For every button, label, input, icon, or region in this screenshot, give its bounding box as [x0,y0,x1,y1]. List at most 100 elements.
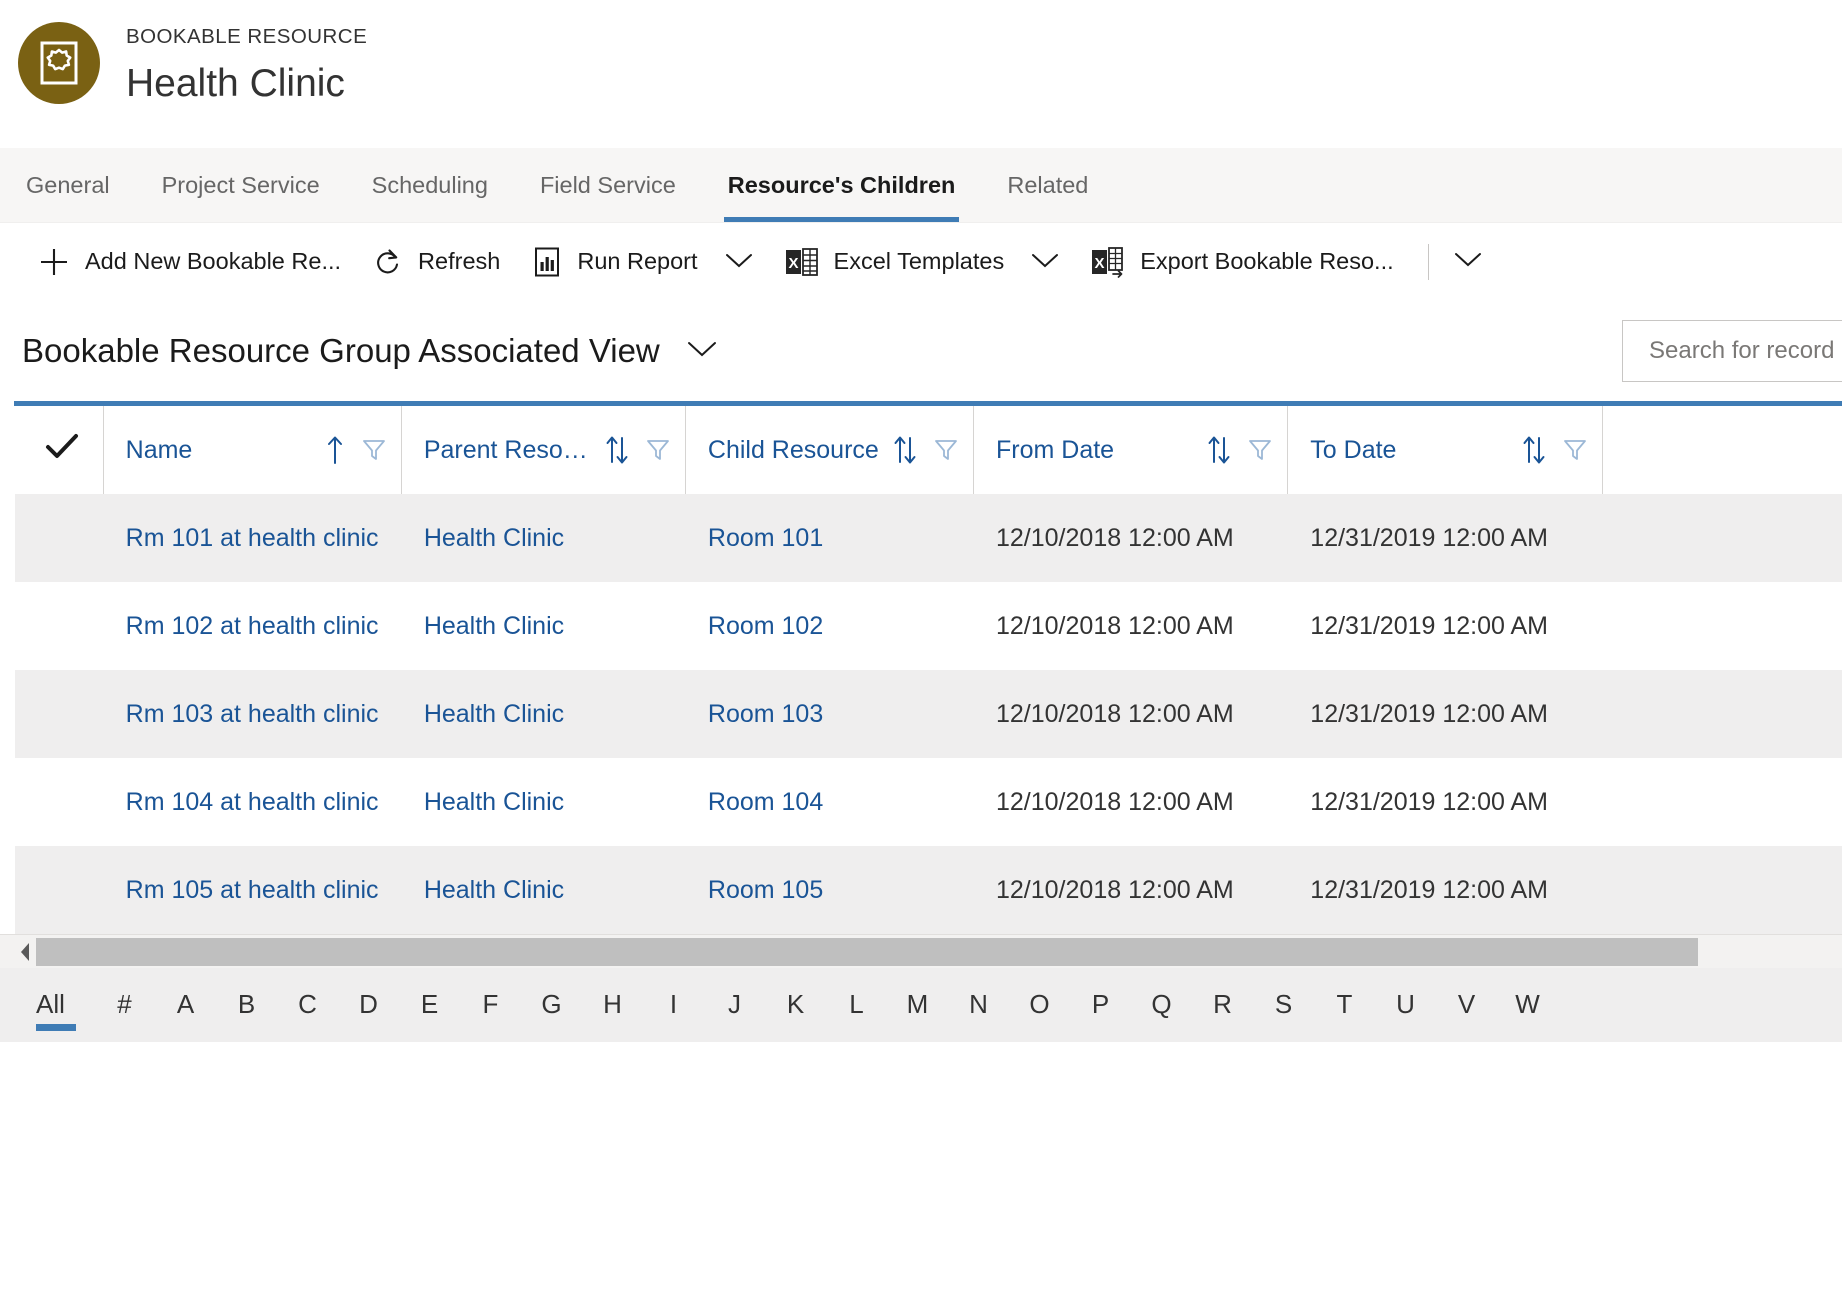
record-link[interactable]: Rm 101 at health clinic [126,524,379,552]
add-new-bookable-resource-button[interactable]: Add New Bookable Re... [22,223,357,301]
column-header-name[interactable]: Name [102,406,402,494]
column-header-child-resource[interactable]: Child Resource [684,406,974,494]
alpha-item-w[interactable]: W [1497,991,1558,1019]
row-select-cell[interactable] [15,670,104,758]
tab-field-service[interactable]: Field Service [514,148,702,222]
cell-parent-resource[interactable]: Health Clinic [401,846,685,934]
record-link[interactable]: Health Clinic [424,612,564,640]
checkmark-icon[interactable] [45,433,79,467]
alpha-item-g[interactable]: G [521,991,582,1019]
record-link[interactable]: Room 104 [708,788,823,816]
search-input[interactable] [1649,337,1842,365]
alpha-item-p[interactable]: P [1070,991,1131,1019]
alpha-item-t[interactable]: T [1314,991,1375,1019]
alpha-item-h[interactable]: H [582,991,643,1019]
filter-icon[interactable] [361,437,387,463]
column-header-to-date[interactable]: To Date [1287,406,1603,494]
alpha-item-v[interactable]: V [1436,991,1497,1019]
scroll-left-arrow-icon[interactable] [14,941,36,963]
alpha-item-o[interactable]: O [1009,991,1070,1019]
cell-parent-resource[interactable]: Health Clinic [401,582,685,670]
export-bookable-resources-button[interactable]: X Export Bookable Reso... [1075,223,1409,301]
table-row[interactable]: Rm 104 at health clinic Health Clinic Ro… [14,758,1842,846]
alpha-item-u[interactable]: U [1375,991,1436,1019]
cell-parent-resource[interactable]: Health Clinic [401,670,685,758]
record-link[interactable]: Rm 102 at health clinic [126,612,379,640]
search-box[interactable] [1622,320,1842,382]
scrollbar-track[interactable] [36,937,1842,966]
cell-parent-resource[interactable]: Health Clinic [401,494,685,582]
record-link[interactable]: Room 102 [708,612,823,640]
cell-parent-resource[interactable]: Health Clinic [401,758,685,846]
record-link[interactable]: Rm 103 at health clinic [126,700,379,728]
cell-name[interactable]: Rm 103 at health clinic [103,670,401,758]
alpha-item-r[interactable]: R [1192,991,1253,1019]
record-link[interactable]: Health Clinic [424,876,564,904]
alpha-item-q[interactable]: Q [1131,991,1192,1019]
filter-icon[interactable] [1562,437,1588,463]
record-link[interactable]: Health Clinic [424,524,564,552]
alpha-item-all[interactable]: All [32,991,94,1031]
row-select-cell[interactable] [15,582,104,670]
select-all-header[interactable] [14,406,104,494]
alpha-item-m[interactable]: M [887,991,948,1019]
cell-name[interactable]: Rm 104 at health clinic [103,758,401,846]
chevron-down-icon[interactable] [725,249,753,276]
table-row[interactable]: Rm 101 at health clinic Health Clinic Ro… [14,494,1842,582]
alpha-item-b[interactable]: B [216,991,277,1019]
alpha-item-d[interactable]: D [338,991,399,1019]
filter-icon[interactable] [933,437,959,463]
view-selector[interactable]: Bookable Resource Group Associated View [22,332,718,370]
run-report-button[interactable]: Run Report [516,223,768,301]
horizontal-scrollbar[interactable] [0,934,1842,968]
cell-name[interactable]: Rm 101 at health clinic [103,494,401,582]
tab-project-service[interactable]: Project Service [136,148,346,222]
sort-icon[interactable] [893,435,917,465]
scrollbar-thumb[interactable] [36,937,1698,966]
refresh-button[interactable]: Refresh [357,223,516,301]
alpha-item-c[interactable]: C [277,991,338,1019]
tab-general[interactable]: General [14,148,136,222]
column-header-from-date[interactable]: From Date [972,406,1288,494]
record-link[interactable]: Room 103 [708,700,823,728]
alpha-item-j[interactable]: J [704,991,765,1019]
record-link[interactable]: Room 101 [708,524,823,552]
alpha-item-n[interactable]: N [948,991,1009,1019]
tab-scheduling[interactable]: Scheduling [346,148,514,222]
record-link[interactable]: Room 105 [708,876,823,904]
alpha-item-s[interactable]: S [1253,991,1314,1019]
table-row[interactable]: Rm 105 at health clinic Health Clinic Ro… [14,846,1842,934]
cell-child-resource[interactable]: Room 103 [685,670,973,758]
alpha-item-l[interactable]: L [826,991,887,1019]
record-link[interactable]: Rm 104 at health clinic [126,788,379,816]
row-select-cell[interactable] [15,758,104,846]
row-select-cell[interactable] [15,494,104,582]
tab-related[interactable]: Related [981,148,1114,222]
sort-icon[interactable] [605,435,629,465]
record-link[interactable]: Health Clinic [424,700,564,728]
cell-child-resource[interactable]: Room 102 [685,582,973,670]
row-select-cell[interactable] [15,846,104,934]
column-header-parent-resource[interactable]: Parent Resour... [400,406,686,494]
cell-name[interactable]: Rm 102 at health clinic [103,582,401,670]
filter-icon[interactable] [1247,437,1273,463]
alpha-item-hash[interactable]: # [94,991,155,1019]
cell-child-resource[interactable]: Room 105 [685,846,973,934]
command-overflow-button[interactable] [1435,223,1501,301]
tab-resources-children[interactable]: Resource's Children [702,148,982,222]
table-row[interactable]: Rm 102 at health clinic Health Clinic Ro… [14,582,1842,670]
chevron-down-icon[interactable] [686,339,718,364]
record-link[interactable]: Rm 105 at health clinic [126,876,379,904]
cell-child-resource[interactable]: Room 104 [685,758,973,846]
sort-icon[interactable] [1522,435,1546,465]
table-row[interactable]: Rm 103 at health clinic Health Clinic Ro… [14,670,1842,758]
excel-templates-button[interactable]: X Excel Templates [769,223,1076,301]
alpha-item-i[interactable]: I [643,991,704,1019]
sort-icon[interactable] [1207,435,1231,465]
alpha-item-a[interactable]: A [155,991,216,1019]
cell-child-resource[interactable]: Room 101 [685,494,973,582]
alpha-item-k[interactable]: K [765,991,826,1019]
filter-icon[interactable] [645,437,671,463]
record-link[interactable]: Health Clinic [424,788,564,816]
chevron-down-icon[interactable] [1031,249,1059,276]
